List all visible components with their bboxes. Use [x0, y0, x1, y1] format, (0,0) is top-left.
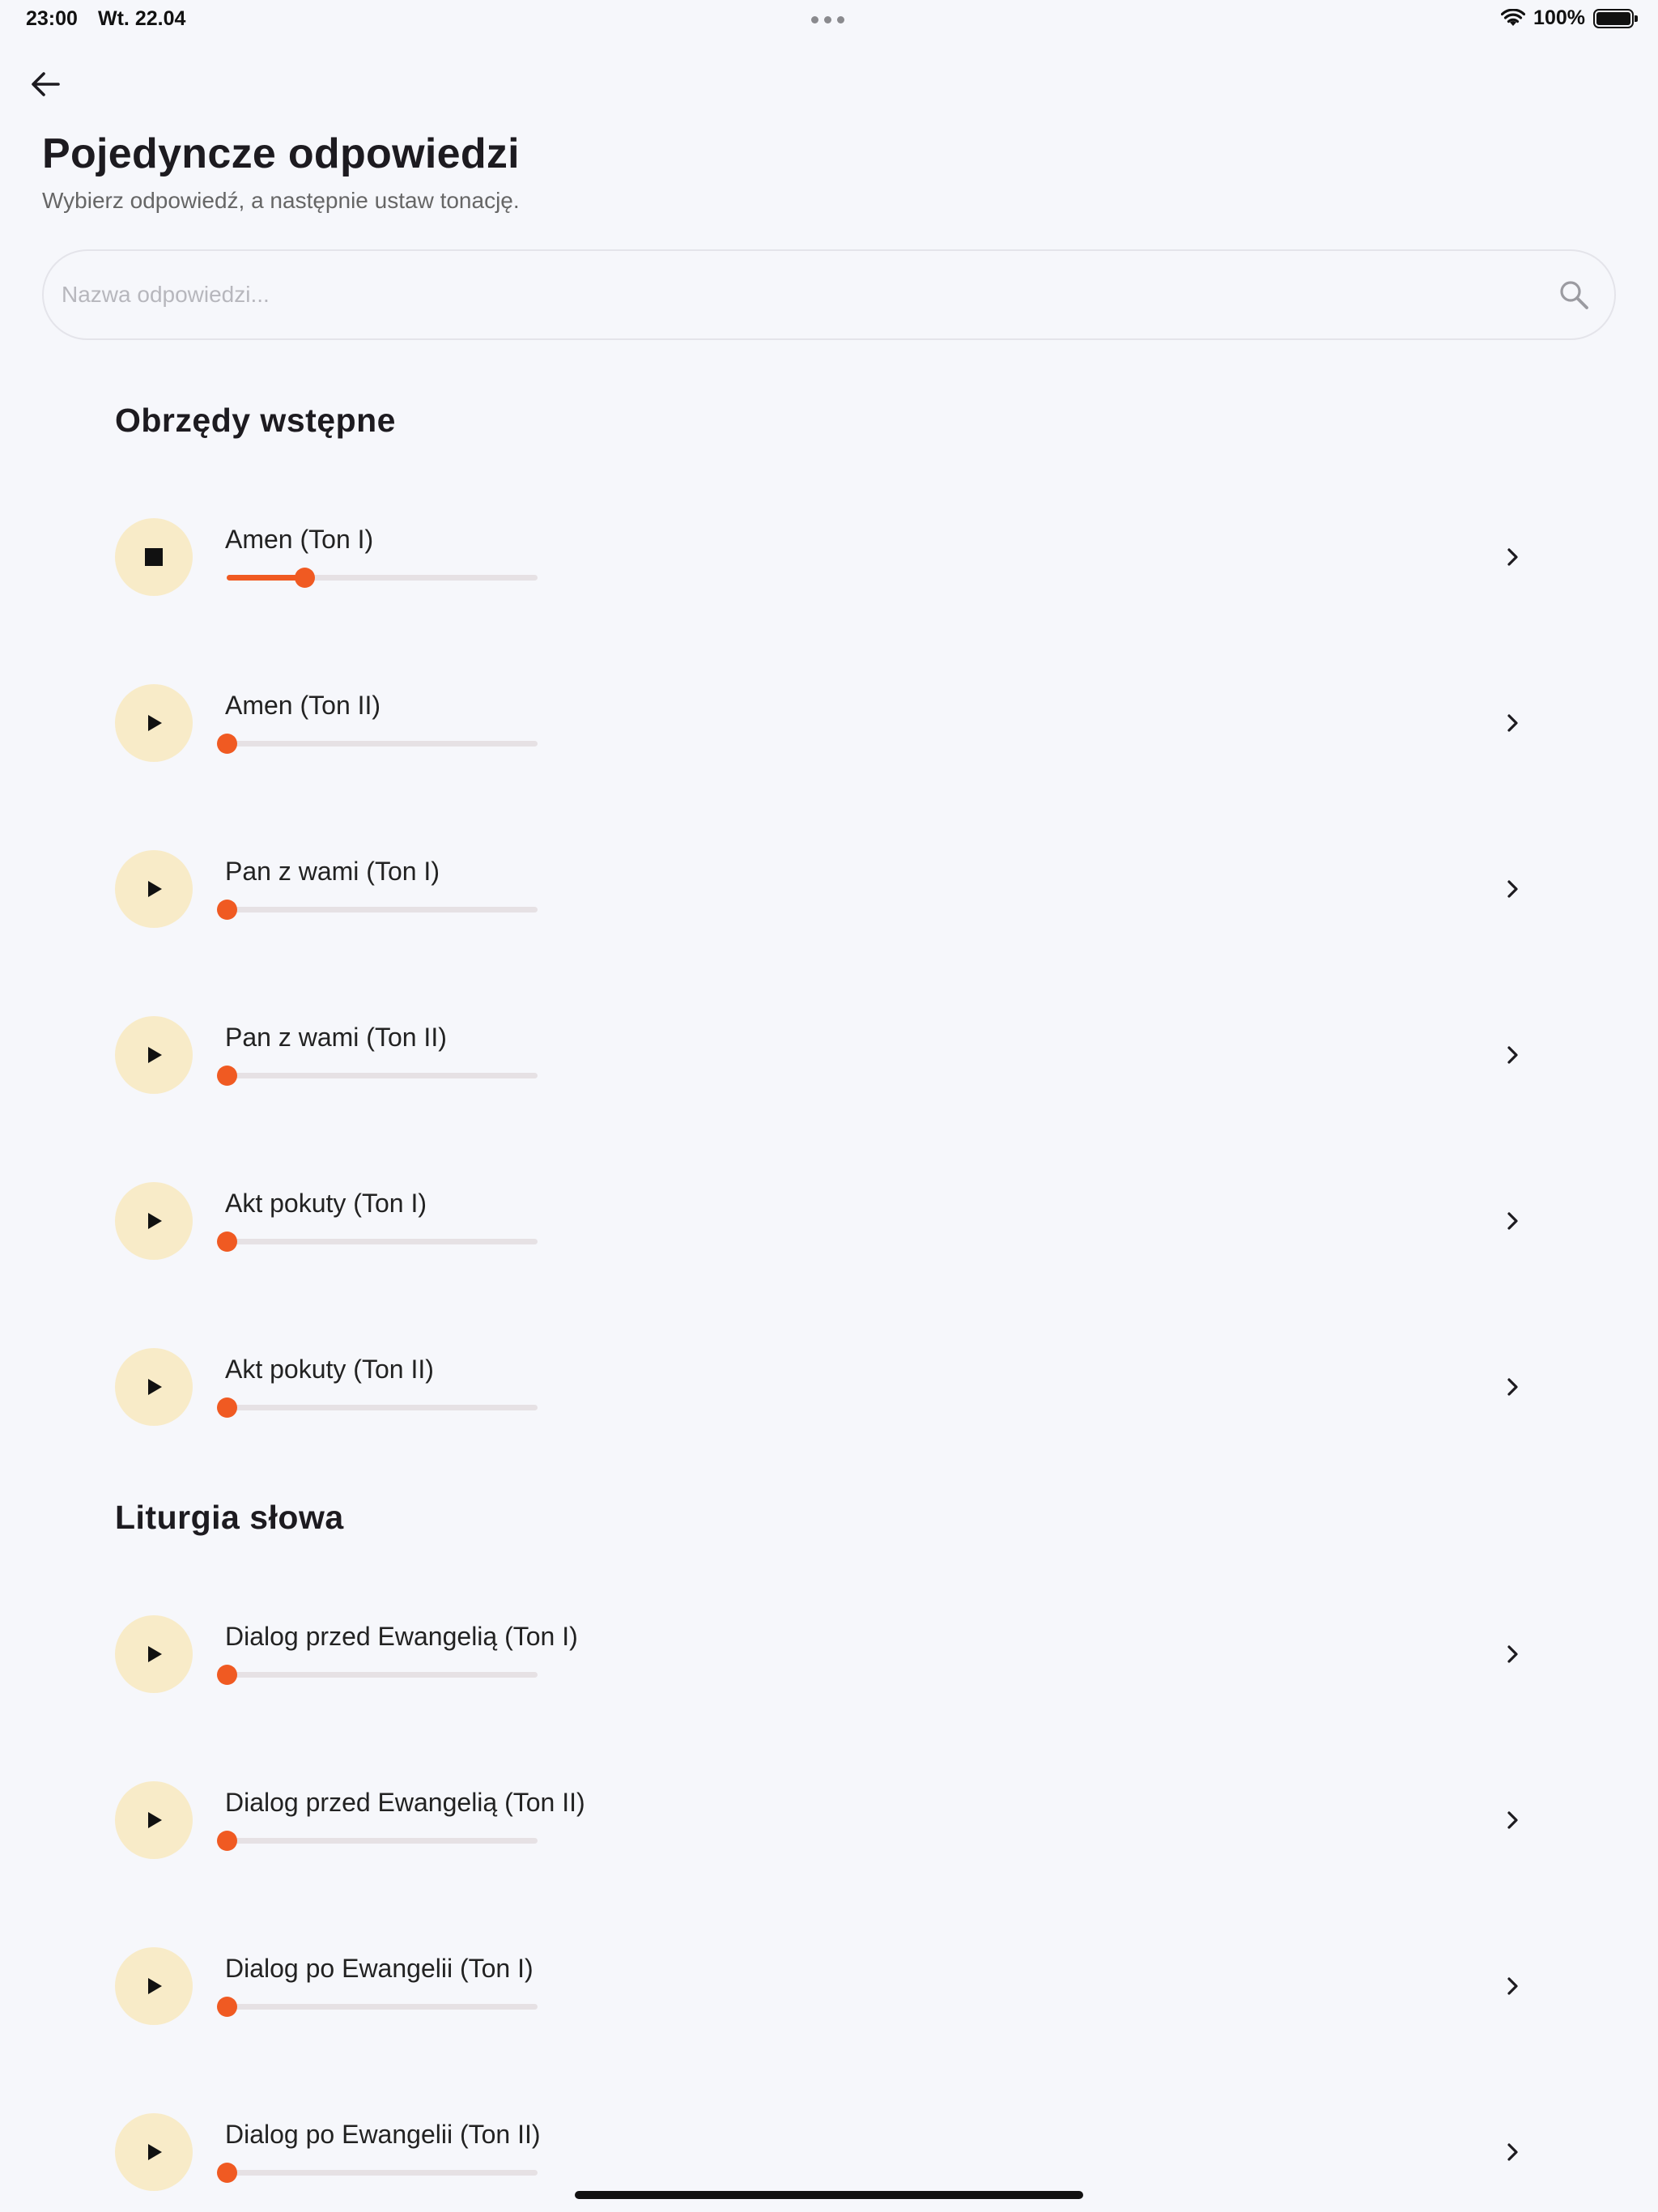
list-item[interactable]: Akt pokuty (Ton II) [115, 1348, 1532, 1437]
slider-thumb[interactable] [217, 900, 237, 920]
chevron-right-icon[interactable] [1493, 1967, 1532, 2006]
item-label: Dialog przed Ewangelią (Ton I) [225, 1622, 578, 1651]
chevron-right-icon[interactable] [1493, 1635, 1532, 1674]
status-right: 100% [1501, 6, 1638, 30]
play-icon [142, 1209, 166, 1233]
chevron-right-icon[interactable] [1493, 2133, 1532, 2172]
play-button[interactable] [115, 1947, 193, 2025]
search-icon[interactable] [1558, 279, 1590, 311]
item-label: Pan z wami (Ton I) [225, 857, 440, 886]
list-item[interactable]: Pan z wami (Ton I) [115, 850, 1532, 939]
progress-slider[interactable] [217, 1397, 538, 1418]
status-time: 23:00 [26, 7, 78, 30]
item-label: Akt pokuty (Ton I) [225, 1189, 427, 1218]
play-button[interactable] [115, 684, 193, 762]
list-item[interactable]: Dialog przed Ewangelią (Ton I) [115, 1615, 1532, 1704]
item-label: Dialog przed Ewangelią (Ton II) [225, 1788, 585, 1817]
list-item[interactable]: Akt pokuty (Ton I) [115, 1182, 1532, 1271]
slider-thumb[interactable] [217, 1665, 237, 1685]
slider-thumb[interactable] [217, 734, 237, 754]
chevron-right-icon[interactable] [1493, 1368, 1532, 1406]
play-icon [142, 711, 166, 735]
slider-thumb[interactable] [217, 1397, 237, 1418]
arrow-left-icon [32, 72, 60, 96]
chevron-right-icon[interactable] [1493, 1801, 1532, 1840]
slider-thumb[interactable] [217, 1997, 237, 2017]
play-button[interactable] [115, 1348, 193, 1426]
page-subtitle: Wybierz odpowiedź, a następnie ustaw ton… [42, 188, 520, 213]
progress-slider[interactable] [217, 2163, 538, 2183]
list-item[interactable]: Amen (Ton II) [115, 684, 1532, 773]
item-label: Dialog po Ewangelii (Ton II) [225, 2120, 541, 2149]
play-button[interactable] [115, 850, 193, 928]
play-icon [142, 2140, 166, 2164]
stop-button[interactable] [115, 518, 193, 596]
chevron-right-icon[interactable] [1493, 870, 1532, 908]
slider-thumb[interactable] [217, 1831, 237, 1851]
page-title: Pojedyncze odpowiedzi [42, 130, 520, 177]
slider-thumb[interactable] [217, 1231, 237, 1252]
progress-slider[interactable] [217, 1665, 538, 1685]
battery-percent: 100% [1533, 6, 1585, 29]
item-label: Dialog po Ewangelii (Ton I) [225, 1954, 534, 1983]
play-button[interactable] [115, 1781, 193, 1859]
home-indicator[interactable] [575, 2191, 1083, 2199]
chevron-right-icon[interactable] [1493, 1202, 1532, 1240]
play-icon [142, 877, 166, 901]
search-input[interactable] [62, 251, 1535, 338]
list-item[interactable]: Pan z wami (Ton II) [115, 1016, 1532, 1105]
search-bar[interactable] [42, 249, 1616, 340]
progress-slider[interactable] [227, 568, 538, 588]
progress-slider[interactable] [217, 1831, 538, 1851]
status-bar: 23:00 Wt. 22.04 100% [0, 0, 1658, 39]
section-title-obrzedy: Obrzędy wstępne [115, 402, 396, 439]
stop-icon [142, 545, 166, 569]
item-label: Akt pokuty (Ton II) [225, 1355, 434, 1384]
multitasking-dots-icon[interactable] [811, 16, 844, 23]
play-button[interactable] [115, 1615, 193, 1693]
play-button[interactable] [115, 1182, 193, 1260]
chevron-right-icon[interactable] [1493, 704, 1532, 742]
item-label: Pan z wami (Ton II) [225, 1023, 447, 1052]
slider-thumb[interactable] [295, 568, 315, 588]
list-item[interactable]: Dialog przed Ewangelią (Ton II) [115, 1781, 1532, 1870]
slider-thumb[interactable] [217, 1066, 237, 1086]
battery-icon [1593, 8, 1638, 28]
progress-slider[interactable] [217, 1997, 538, 2017]
section-title-liturgia: Liturgia słowa [115, 1499, 344, 1536]
chevron-right-icon[interactable] [1493, 1036, 1532, 1074]
play-button[interactable] [115, 1016, 193, 1094]
list-item[interactable]: Dialog po Ewangelii (Ton I) [115, 1947, 1532, 2036]
list-item[interactable]: Dialog po Ewangelii (Ton II) [115, 2113, 1532, 2202]
chevron-right-icon[interactable] [1493, 538, 1532, 576]
progress-slider[interactable] [217, 734, 538, 754]
progress-slider[interactable] [217, 1066, 538, 1086]
play-icon [142, 1043, 166, 1067]
slider-thumb[interactable] [217, 2163, 237, 2183]
play-icon [142, 1808, 166, 1832]
play-button[interactable] [115, 2113, 193, 2191]
back-button[interactable] [24, 63, 66, 105]
progress-fill [227, 575, 304, 581]
progress-slider[interactable] [217, 900, 538, 920]
status-date: Wt. 22.04 [98, 7, 186, 30]
play-icon [142, 1375, 166, 1399]
play-icon [142, 1642, 166, 1666]
wifi-icon [1501, 8, 1526, 26]
progress-slider[interactable] [217, 1231, 538, 1252]
list-item[interactable]: Amen (Ton I) [115, 518, 1532, 607]
play-icon [142, 1974, 166, 1998]
item-label: Amen (Ton I) [225, 525, 374, 554]
item-label: Amen (Ton II) [225, 691, 381, 720]
